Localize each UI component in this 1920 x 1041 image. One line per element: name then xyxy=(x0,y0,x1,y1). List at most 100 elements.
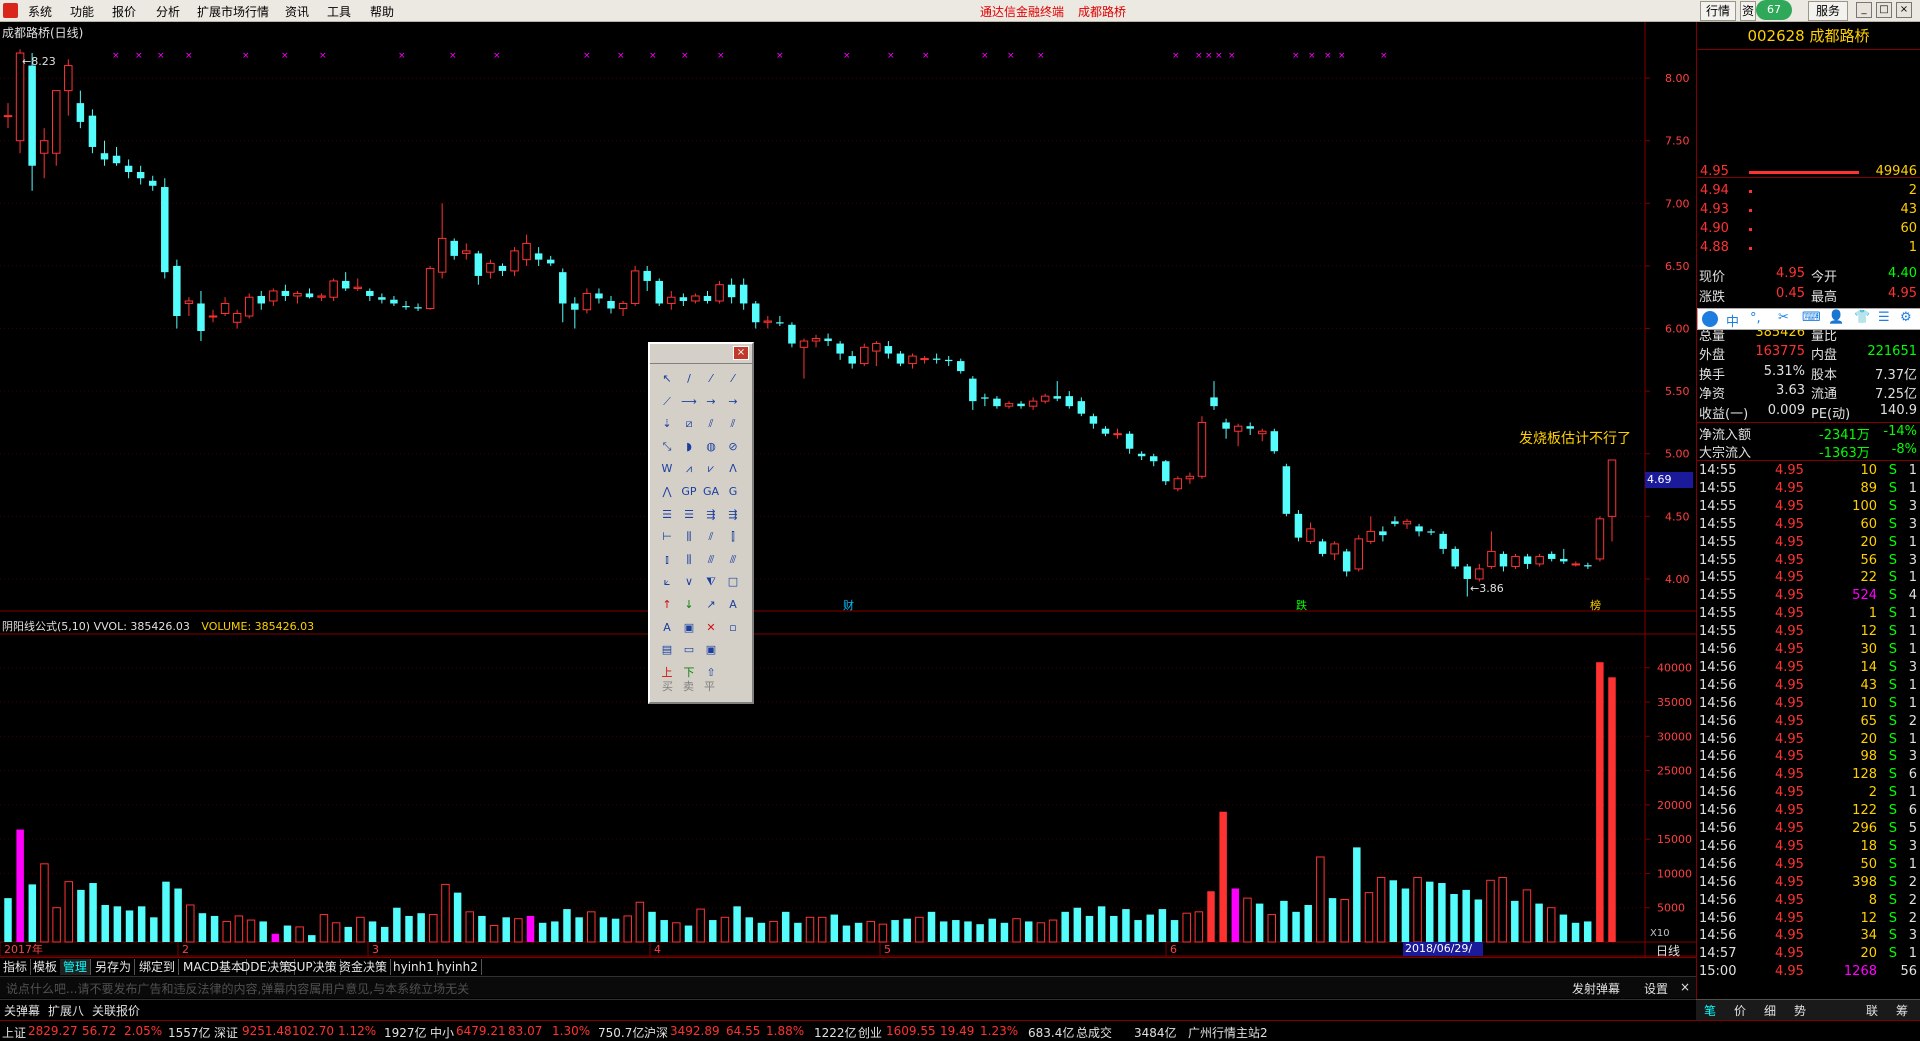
draw-tool-icon[interactable]: GP xyxy=(680,483,698,501)
sell-tool[interactable]: 卖 xyxy=(683,680,704,693)
draw-tool-icon[interactable]: ☰ xyxy=(680,506,698,524)
indicator-tab[interactable]: 资金决策 xyxy=(336,959,392,975)
sh-label[interactable]: 上证 xyxy=(2,1024,26,1041)
draw-tool-icon[interactable]: W xyxy=(658,460,676,478)
notification-badge[interactable]: 67 xyxy=(1756,0,1792,20)
draw-tool-icon[interactable]: ⫻ xyxy=(702,551,720,569)
draw-tool-icon[interactable]: ⟋ xyxy=(658,393,676,411)
ime-user-icon[interactable]: 👤 xyxy=(1828,310,1844,325)
ime-settings-icon[interactable]: ⚙ xyxy=(1900,310,1912,325)
tab-price[interactable]: 价 xyxy=(1734,1002,1746,1019)
draw-tool-icon[interactable]: ↗ xyxy=(702,596,720,614)
draw-tool-icon[interactable]: → xyxy=(702,393,720,411)
draw-tool-icon[interactable]: ⫿ xyxy=(724,528,742,546)
draw-tool-icon[interactable]: ⫼ xyxy=(680,528,698,546)
tab-trades[interactable]: 笔 xyxy=(1704,1002,1716,1019)
menu-function[interactable]: 功能 xyxy=(70,3,94,20)
menu-info[interactable]: 资讯 xyxy=(285,3,309,20)
menu-tools[interactable]: 工具 xyxy=(327,3,351,20)
draw-tool-icon[interactable]: ⊘ xyxy=(724,438,742,456)
indicator-tab[interactable]: MACD基本 xyxy=(180,959,247,975)
draw-tool-icon[interactable]: ⩘ xyxy=(680,460,698,478)
draw-tool-icon[interactable]: ⟶ xyxy=(680,393,698,411)
menu-system[interactable]: 系统 xyxy=(28,3,52,20)
sz-label[interactable]: 深证 xyxy=(214,1024,238,1041)
draw-tool-icon[interactable]: □ xyxy=(724,573,742,591)
draw-tool-icon[interactable]: ▫ xyxy=(724,619,742,637)
draw-tool-icon[interactable]: ⇶ xyxy=(724,506,742,524)
draw-tool-icon[interactable]: ⧄ xyxy=(680,415,698,433)
draw-tool-icon[interactable]: ⤡ xyxy=(658,438,676,456)
flat-tool[interactable]: 平 xyxy=(704,680,725,693)
draw-tool-icon[interactable]: Ʌ xyxy=(724,460,742,478)
tab-detail[interactable]: 细 xyxy=(1764,1002,1776,1019)
ime-chinese-icon[interactable]: 中 xyxy=(1726,311,1739,330)
danmaku-input[interactable]: 说点什么吧...请不要发布广告和违反法律的内容,弹幕内容属用户意见,与本系统立场… xyxy=(6,980,469,997)
danmaku-close-icon[interactable]: × xyxy=(1680,980,1690,994)
draw-tool-icon[interactable]: ☰ xyxy=(658,506,676,524)
draw-tool-icon[interactable]: ⊢ xyxy=(658,528,676,546)
zx-label[interactable]: 中小 xyxy=(430,1024,454,1041)
draw-tool-icon[interactable]: → xyxy=(724,393,742,411)
draw-tool-icon[interactable]: ⇣ xyxy=(658,415,676,433)
tab-related[interactable]: 联 xyxy=(1866,1002,1878,1019)
hs-label[interactable]: 沪深 xyxy=(644,1024,668,1041)
ime-tools-icon[interactable]: ✂ xyxy=(1778,310,1789,325)
draw-tool-icon[interactable]: ◍ xyxy=(702,438,720,456)
close-icon[interactable]: × xyxy=(1896,2,1912,18)
draw-tool-icon[interactable]: / xyxy=(680,370,698,388)
close-danmaku-button[interactable]: 关弹幕 xyxy=(4,1002,40,1019)
draw-tool-icon[interactable]: ▣ xyxy=(702,641,720,659)
ime-keyboard-icon[interactable]: ⌨ xyxy=(1802,310,1821,325)
draw-tool-icon[interactable]: ↓ xyxy=(680,596,698,614)
indicator-tab[interactable]: hyinh2 xyxy=(434,959,482,975)
maximize-icon[interactable]: □ xyxy=(1876,2,1892,18)
event-marker-rank[interactable]: 榜 xyxy=(1590,597,1601,613)
draw-tool-icon[interactable]: ∨ xyxy=(680,573,698,591)
buy-tool[interactable]: 买 xyxy=(662,680,683,693)
quote-button[interactable]: 行情 xyxy=(1700,1,1736,21)
draw-tool-icon[interactable]: G xyxy=(724,483,742,501)
toolbox-close-icon[interactable]: × xyxy=(733,346,749,360)
draw-tool-icon[interactable]: ▤ xyxy=(658,641,676,659)
draw-tool-icon[interactable]: ⫼ xyxy=(680,551,698,569)
toolbox-header[interactable]: × xyxy=(650,344,752,364)
draw-tool-icon[interactable]: ⟀ xyxy=(658,573,676,591)
ime-skin-icon[interactable]: 👕 xyxy=(1854,310,1870,325)
extend-eight-button[interactable]: 扩展八 xyxy=(48,1002,84,1019)
info-button[interactable]: 资 xyxy=(1740,1,1756,21)
draw-tool-icon[interactable]: ⁄ xyxy=(702,370,720,388)
indicator-tab[interactable]: 管理 xyxy=(60,959,92,975)
indicator-tab[interactable]: 另存为 xyxy=(92,959,136,975)
draw-tool-icon[interactable]: ⫽ xyxy=(702,415,720,433)
minimize-icon[interactable]: _ xyxy=(1856,2,1872,18)
draw-tool-icon[interactable]: ⫾ xyxy=(658,551,676,569)
station-name[interactable]: 广州行情主站2 xyxy=(1188,1024,1268,1041)
event-marker-drop[interactable]: 跌 xyxy=(1296,597,1307,613)
menu-help[interactable]: 帮助 xyxy=(370,3,394,20)
draw-tool-icon[interactable]: ⧨ xyxy=(702,573,720,591)
event-marker-finance[interactable]: 财 xyxy=(843,597,854,613)
draw-tool-icon[interactable]: GA xyxy=(702,483,720,501)
draw-tool-icon[interactable]: ⇶ xyxy=(702,506,720,524)
draw-tool-icon[interactable]: ▣ xyxy=(680,619,698,637)
draw-tool-icon[interactable]: ▭ xyxy=(680,641,698,659)
draw-tool-icon[interactable]: ↖ xyxy=(658,370,676,388)
draw-tool-icon[interactable]: ⋀ xyxy=(658,483,676,501)
draw-tool-icon[interactable]: ⫻ xyxy=(724,551,742,569)
danmaku-send-button[interactable]: 发射弹幕 xyxy=(1572,980,1620,997)
draw-tool-icon[interactable]: ⫽ xyxy=(724,415,742,433)
draw-tool-icon[interactable]: ⩗ xyxy=(702,460,720,478)
draw-tool-icon[interactable]: ⫽ xyxy=(702,528,720,546)
draw-tool-icon[interactable]: ◗ xyxy=(680,438,698,456)
related-quote-button[interactable]: 关联报价 xyxy=(92,1002,140,1019)
indicator-tab[interactable]: SUP决策 xyxy=(286,959,341,975)
draw-tool-icon[interactable]: ⁄ xyxy=(724,370,742,388)
cy-label[interactable]: 创业 xyxy=(858,1024,882,1041)
indicator-tab[interactable]: hyinh1 xyxy=(390,959,438,975)
ime-toolbar[interactable]: 中 °, ✂ ⌨ 👤 👕 ☰ ⚙ xyxy=(1697,308,1920,330)
menu-extended-market[interactable]: 扩展市场行情 xyxy=(197,3,269,20)
draw-tool-icon[interactable]: A xyxy=(724,596,742,614)
service-button[interactable]: 服务 xyxy=(1808,1,1848,21)
tab-chips[interactable]: 筹 xyxy=(1896,1002,1908,1019)
